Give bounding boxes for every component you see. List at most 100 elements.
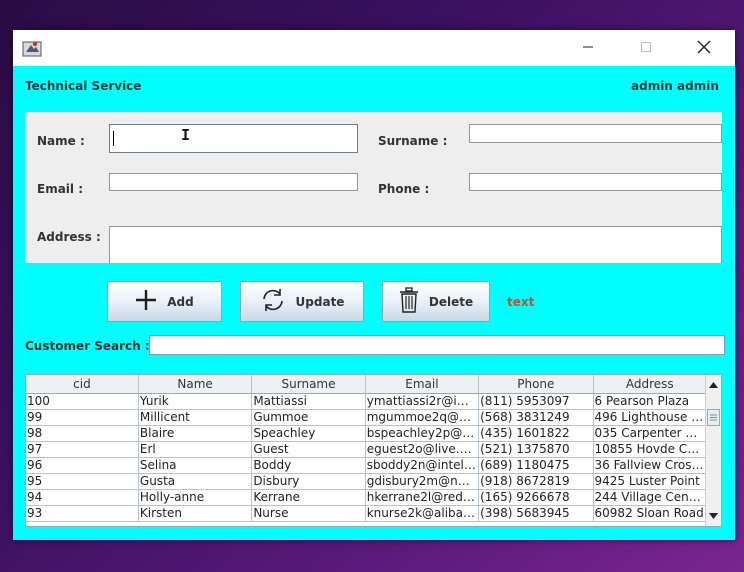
cell-name: Yurik [138,393,253,410]
status-text: text [507,295,535,309]
cell-address: 9425 Luster Point [593,473,708,490]
cell-cid: 98 [26,425,139,442]
customer-form: Name : I Surname : Email : Phone : Addre… [25,112,722,263]
app-title: Technical Service [25,79,142,93]
text-cursor-icon: I [181,126,191,144]
customer-search-input[interactable] [149,335,725,355]
cell-address: 10855 Hovde Court [593,441,708,458]
column-header-surname[interactable]: Surname [251,375,366,394]
column-header-email[interactable]: Email [365,375,480,394]
cell-surname: Mattiassi [251,393,366,410]
cell-cid: 99 [26,409,139,426]
column-header-address[interactable]: Address [593,375,708,394]
name-label: Name : [37,134,85,148]
cell-name: Millicent [138,409,253,426]
close-button[interactable] [681,30,727,66]
cell-cid: 100 [26,393,139,410]
table-row[interactable]: 96 Selina Boddy sboddy2n@intel.c... (689… [26,457,708,474]
cell-surname: Gummoe [251,409,366,426]
cell-email: eguest2o@live.com [365,441,480,458]
table-scrollbar[interactable] [705,375,721,526]
maximize-icon [640,41,652,56]
cell-name: Blaire [138,425,253,442]
cell-phone: (435) 1601822 [478,425,594,442]
cell-surname: Speachley [251,425,366,442]
name-field[interactable] [109,124,358,153]
scroll-thumb[interactable] [707,409,720,426]
minimize-button[interactable] [565,30,611,66]
address-label: Address : [37,230,101,244]
cell-email: mgummoe2q@un... [365,409,480,426]
table-row[interactable]: 95 Gusta Disbury gdisbury2m@nhs.... (918… [26,473,708,490]
cell-phone: (568) 3831249 [478,409,594,426]
phone-label: Phone : [378,182,430,196]
table-row[interactable]: 94 Holly-anne Kerrane hkerrane2l@reddi..… [26,489,708,506]
cell-surname: Boddy [251,457,366,474]
cell-name: Gusta [138,473,253,490]
delete-button[interactable]: Delete [382,281,490,322]
address-field[interactable] [109,226,722,263]
email-field[interactable] [109,173,358,191]
cell-name: Holly-anne [138,489,253,506]
table-row[interactable]: 99 Millicent Gummoe mgummoe2q@un... (568… [26,409,708,426]
cell-surname: Disbury [251,473,366,490]
refresh-icon [260,287,286,316]
surname-label: Surname : [378,134,448,148]
title-bar[interactable] [13,30,735,66]
customer-search-label: Customer Search : [25,339,150,353]
cell-cid: 97 [26,441,139,458]
surname-field[interactable] [469,124,722,143]
column-header-name[interactable]: Name [138,375,253,394]
cell-address: 6 Pearson Plaza [593,393,708,410]
cell-name: Erl [138,441,253,458]
trash-icon [399,287,419,316]
cell-address: 36 Fallview Crossi... [593,457,708,474]
cell-address: 244 Village Center [593,489,708,506]
cell-email: sboddy2n@intel.c... [365,457,480,474]
plus-icon [135,289,157,314]
cell-surname: Guest [251,441,366,458]
cell-surname: Nurse [251,505,366,522]
cell-email: hkerrane2l@reddi... [365,489,480,506]
cell-cid: 93 [26,505,139,522]
close-icon [697,40,711,57]
column-header-phone[interactable]: Phone [478,375,594,394]
table-row[interactable]: 93 Kirsten Nurse knurse2k@alibab... (398… [26,505,708,522]
maximize-button[interactable] [623,30,669,66]
cell-phone: (811) 5953097 [478,393,594,410]
cell-cid: 94 [26,489,139,506]
cell-address: 60982 Sloan Road [593,505,708,522]
cell-phone: (165) 9266678 [478,489,594,506]
customer-table: cid Name Surname Email Phone Address 100… [25,374,722,527]
cell-address: 496 Lighthouse B... [593,409,708,426]
scroll-down-arrow-icon[interactable] [706,509,721,523]
cell-phone: (398) 5683945 [478,505,594,522]
table-row[interactable]: 100 Yurik Mattiassi ymattiassi2r@imd... … [26,393,708,410]
table-row[interactable]: 98 Blaire Speachley bspeachley2p@ftc... … [26,425,708,442]
text-caret [113,131,114,146]
column-header-cid[interactable]: cid [26,375,139,394]
cell-email: gdisbury2m@nhs.... [365,473,480,490]
cell-name: Kirsten [138,505,253,522]
cell-email: knurse2k@alibab... [365,505,480,522]
cell-cid: 96 [26,457,139,474]
table-header-row: cid Name Surname Email Phone Address [26,375,708,394]
current-user-label: admin admin [631,79,719,93]
table-row[interactable]: 97 Erl Guest eguest2o@live.com (521) 137… [26,441,708,458]
cell-phone: (521) 1375870 [478,441,594,458]
cell-address: 035 Carpenter Drive [593,425,708,442]
cell-phone: (689) 1180475 [478,457,594,474]
add-button[interactable]: Add [107,281,222,322]
update-button[interactable]: Update [240,281,364,322]
minimize-icon [582,41,594,56]
scroll-up-arrow-icon[interactable] [706,378,721,392]
cell-email: bspeachley2p@ftc... [365,425,480,442]
cell-cid: 95 [26,473,139,490]
cell-name: Selina [138,457,253,474]
email-label: Email : [37,182,84,196]
java-app-icon [22,39,42,57]
cell-email: ymattiassi2r@imd... [365,393,480,410]
phone-field[interactable] [469,173,722,191]
app-window: Technical Service admin admin Name : I S… [13,30,735,540]
cell-surname: Kerrane [251,489,366,506]
